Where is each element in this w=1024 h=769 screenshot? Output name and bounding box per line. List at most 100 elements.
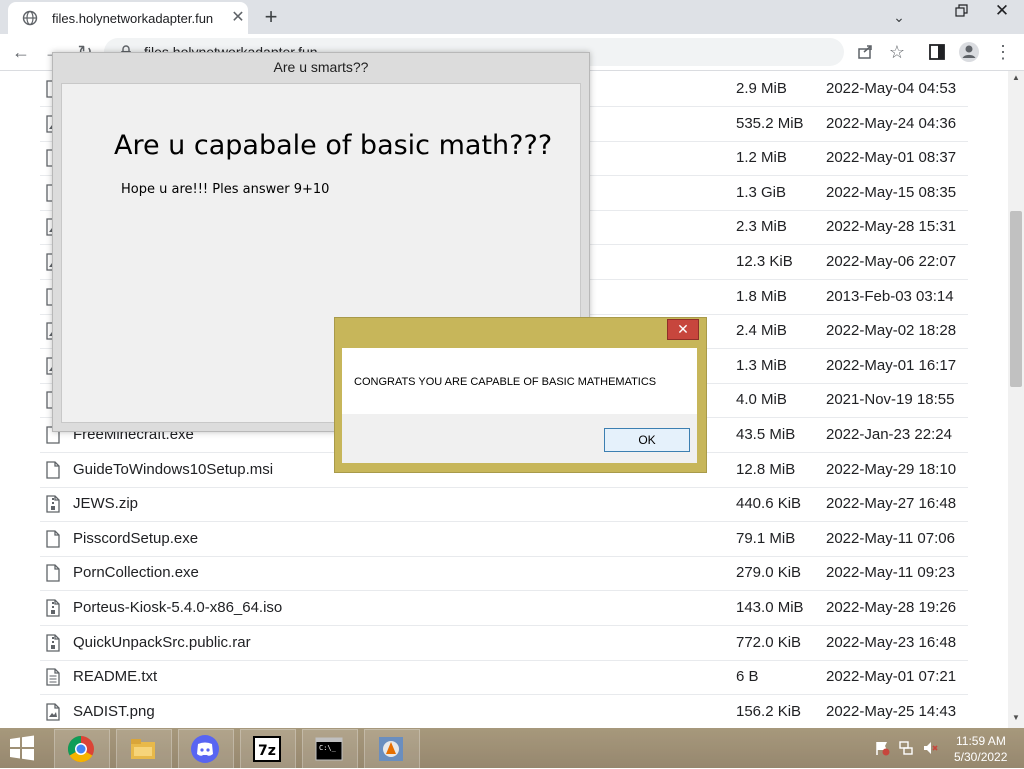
file-size: 12.8 MiB [736,460,796,478]
file-row[interactable]: PornCollection.exe 279.0 KiB 2022-May-11 0… [40,556,968,592]
scroll-down-arrow-icon[interactable]: ▼ [1012,713,1020,722]
file-row[interactable]: PisscordSetup.exe 79.1 MiB 2022-May-11 07:… [40,522,968,557]
svg-text:7z: 7z [258,743,276,759]
browser-tab[interactable]: files.holynetworkadapter.fun ✕ [8,2,248,34]
taskbar: 7z C:\_ 11:59 AM 5/30/2022 [0,728,1024,769]
file-icon [46,460,60,479]
scroll-up-arrow-icon[interactable]: ▲ [1012,73,1020,82]
message-box-body: CONGRATS YOU ARE CAPABLE OF BASIC MATHEM… [342,348,697,414]
taskbar-7zip[interactable]: 7z [240,729,296,769]
quiz-question: Hope u are!!! Ples answer 9+10 [121,182,330,197]
taskbar-java[interactable] [364,729,420,769]
taskbar-file-explorer[interactable] [116,729,172,769]
file-date: 2022-May-25 14:43 [826,702,957,720]
file-size: 1.2 MiB [736,149,787,167]
file-size: 4.0 MiB [736,391,787,409]
file-size: 43.5 MiB [736,426,796,443]
file-date: 2022-May-01 08:37 [826,149,957,167]
file-name-link[interactable]: Porteus-Kiosk-5.4.0-x86_64.iso [73,599,282,616]
file-size: 1.8 MiB [736,287,787,305]
network-icon[interactable] [898,740,914,756]
file-row[interactable]: README.txt 6 B 2022-May-01 07:21 [40,660,968,696]
scroll-thumb[interactable] [1010,211,1022,387]
file-name-link[interactable]: QuickUnpackSrc.public.rar [73,634,251,651]
file-date: 2022-May-15 08:35 [826,183,957,201]
file-date: 2022-May-29 18:10 [826,460,957,478]
file-size: 156.2 KiB [736,702,802,720]
command-prompt-icon: C:\_ [315,737,343,761]
quiz-window-title: Are u smarts?? [273,59,369,75]
quiz-heading: Are u capabale of basic math??? [114,130,553,161]
file-date: 2022-May-06 22:07 [826,253,957,270]
file-image-icon [46,703,60,721]
file-name-link[interactable]: README.txt [73,668,157,685]
window-close-icon[interactable]: ✕ [990,0,1014,22]
file-name-link[interactable]: JEWS.zip [73,495,138,512]
file-size: 143.0 MiB [736,599,804,616]
file-date: 2022-May-11 07:06 [826,529,955,547]
file-row[interactable]: QuickUnpackSrc.public.rar 772.0 KiB 2022-M… [40,626,968,661]
clock-time[interactable]: 11:59 AM [956,734,1006,748]
volume-muted-icon[interactable] [922,740,938,756]
file-size: 79.1 MiB [736,529,796,547]
clock-date[interactable]: 5/30/2022 [954,750,1007,764]
file-name-link[interactable]: SADIST.png [73,703,155,720]
file-date: 2022-May-24 04:36 [826,114,957,132]
file-row[interactable]: SADIST.png 156.2 KiB 2022-May-25 14:43 [40,695,968,728]
file-archive-icon [46,633,60,652]
message-box-close-button[interactable]: ✕ [667,319,699,340]
back-button[interactable]: ← [8,40,34,64]
7zip-icon: 7z [253,736,281,762]
file-date: 2022-May-04 04:53 [826,80,957,97]
action-center-flag-icon[interactable] [874,740,890,756]
file-size: 12.3 KiB [736,253,793,270]
file-date: 2022-May-01 07:21 [826,668,957,686]
chevron-down-icon[interactable]: ⌄ [886,6,912,28]
file-size: 535.2 MiB [736,114,804,132]
file-archive-icon [46,599,60,617]
file-size: 1.3 GiB [736,183,787,201]
file-size: 440.6 KiB [736,495,802,513]
message-box: ✕ CONGRATS YOU ARE CAPABLE OF BASIC MATH… [334,317,707,473]
globe-icon [22,10,38,26]
vertical-dots-icon[interactable]: ⋮ [990,40,1016,64]
share-icon[interactable] [852,40,878,64]
discord-icon [191,735,219,763]
file-date: 2022-May-28 19:26 [826,599,957,616]
file-date: 2022-May-28 15:31 [826,218,957,236]
file-size: 772.0 KiB [736,633,802,651]
message-text: CONGRATS YOU ARE CAPABLE OF BASIC MATHEM… [354,376,657,388]
taskbar-discord[interactable] [178,729,234,769]
file-size: 2.4 MiB [736,322,787,340]
file-date: 2022-May-11 09:23 [826,564,955,582]
java-icon [379,737,403,761]
profile-icon[interactable] [956,40,982,64]
file-icon [46,530,60,548]
file-explorer-icon [131,739,155,759]
close-icon[interactable]: ✕ [228,8,248,28]
file-date: 2022-Jan-23 22:24 [826,426,952,443]
file-icon [46,564,60,583]
side-panel-icon[interactable] [924,40,950,64]
file-row[interactable]: JEWS.zip 440.6 KiB 2022-May-27 16:48 [40,487,968,523]
file-date: 2022-May-02 18:28 [826,322,957,340]
file-date: 2022-May-23 16:48 [826,633,957,651]
taskbar-chrome[interactable] [54,729,110,769]
restore-window-icon[interactable] [950,2,974,20]
taskbar-command-prompt[interactable]: C:\_ [302,729,358,769]
star-icon[interactable]: ☆ [884,40,910,64]
chrome-icon [67,735,94,763]
file-name-link[interactable]: PisscordSetup.exe [73,530,198,547]
windows-start-icon[interactable] [6,734,38,762]
new-tab-button[interactable]: + [258,4,284,30]
page-scrollbar[interactable]: ▲ ▼ [1008,71,1024,728]
file-text-icon [46,668,60,686]
file-name-link[interactable]: GuideToWindows10Setup.msi [73,461,273,478]
message-box-footer: OK [342,414,697,463]
file-size: 1.3 MiB [736,356,787,374]
tab-title: files.holynetworkadapter.fun [52,11,214,26]
file-name-link[interactable]: PornCollection.exe [73,564,199,581]
file-row[interactable]: Porteus-Kiosk-5.4.0-x86_64.iso 143.0 MiB 2… [40,591,968,626]
file-date: 2022-May-01 16:17 [826,356,957,374]
ok-button[interactable]: OK [604,428,690,452]
